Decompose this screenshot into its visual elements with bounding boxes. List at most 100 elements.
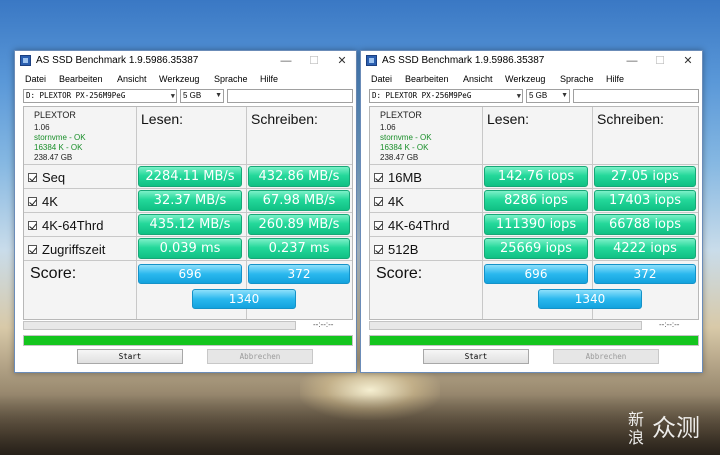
benchmark-window-iops: AS SSD Benchmark 1.9.5986.35387 — ☐ ✕ Da… [360, 50, 703, 373]
maximize-button[interactable]: ☐ [646, 51, 674, 71]
title-bar[interactable]: AS SSD Benchmark 1.9.5986.35387 — ☐ ✕ [361, 51, 702, 71]
seq-write-result: 432.86 MB/s [248, 166, 350, 187]
menu-sprache[interactable]: Sprache [560, 74, 594, 84]
device-capacity: 238.47 GB [34, 153, 73, 162]
minimize-button[interactable]: — [618, 51, 646, 71]
results-panel: PLEXTOR 1.06 stornvme - OK 16384 K - OK … [369, 106, 699, 320]
drive-select-value: D: PLEXTOR PX-256M9PeG [26, 91, 126, 100]
menu-hilfe[interactable]: Hilfe [260, 74, 278, 84]
chevron-down-icon: ▼ [215, 92, 222, 99]
device-alignment-status: 16384 K - OK [34, 143, 83, 152]
abort-button[interactable]: Abbrechen [207, 349, 313, 364]
title-bar[interactable]: AS SSD Benchmark 1.9.5986.35387 — ☐ ✕ [15, 51, 356, 71]
checkbox-checked-icon[interactable] [28, 197, 37, 206]
device-firmware: 1.06 [34, 123, 50, 132]
row-4k-label[interactable]: 4K [374, 194, 404, 209]
512b-write-result: 4222 iops [594, 238, 696, 259]
elapsed-time: --:--:-- [313, 320, 334, 329]
minimize-button[interactable]: — [272, 51, 300, 71]
menu-sprache[interactable]: Sprache [214, 74, 248, 84]
chevron-down-icon: ▼ [170, 92, 175, 100]
menu-bar: Datei Bearbeiten Ansicht Werkzeug Sprach… [361, 72, 702, 88]
device-firmware: 1.06 [380, 123, 396, 132]
row-4k-label[interactable]: 4K [28, 194, 58, 209]
menu-werkzeug[interactable]: Werkzeug [159, 74, 199, 84]
row-seq-label[interactable]: Seq [28, 170, 65, 185]
device-name: PLEXTOR [380, 110, 422, 120]
total-progress-fill [24, 336, 352, 345]
score-label: Score: [376, 265, 423, 282]
close-button[interactable]: ✕ [328, 51, 356, 71]
menu-datei[interactable]: Datei [371, 74, 392, 84]
drive-select-value: D: PLEXTOR PX-256M9PeG [372, 91, 472, 100]
watermark-small-text: 新浪 [628, 410, 645, 447]
checkbox-checked-icon[interactable] [28, 173, 37, 182]
menu-bearbeiten[interactable]: Bearbeiten [405, 74, 449, 84]
checkbox-checked-icon[interactable] [374, 173, 383, 182]
score-read: 696 [484, 264, 588, 284]
4k-read-result: 32.37 MB/s [138, 190, 242, 211]
write-column-header: Schreiben: [597, 111, 664, 127]
16mb-read-result: 142.76 iops [484, 166, 588, 187]
score-total: 1340 [538, 289, 642, 309]
checkbox-checked-icon[interactable] [28, 245, 37, 254]
abort-button[interactable]: Abbrechen [553, 349, 659, 364]
512b-read-result: 25669 iops [484, 238, 588, 259]
drive-select[interactable]: D: PLEXTOR PX-256M9PeG ▼ [23, 89, 177, 103]
benchmark-window-mbs: AS SSD Benchmark 1.9.5986.35387 — ☐ ✕ Da… [14, 50, 357, 373]
test-size-select[interactable]: 5 GB ▼ [526, 89, 570, 103]
comment-input[interactable] [573, 89, 699, 103]
access-write-result: 0.237 ms [248, 238, 350, 259]
test-size-value: 5 GB [529, 91, 548, 100]
menu-ansicht[interactable]: Ansicht [463, 74, 493, 84]
total-progress-fill [370, 336, 698, 345]
drive-select[interactable]: D: PLEXTOR PX-256M9PeG ▼ [369, 89, 523, 103]
menu-bar: Datei Bearbeiten Ansicht Werkzeug Sprach… [15, 72, 356, 88]
elapsed-time: --:--:-- [659, 320, 680, 329]
app-icon [20, 55, 31, 66]
row-access-time-label[interactable]: Zugriffszeit [28, 242, 105, 257]
menu-hilfe[interactable]: Hilfe [606, 74, 624, 84]
4k-write-result: 17403 iops [594, 190, 696, 211]
device-driver-status: stornvme - OK [34, 133, 86, 142]
watermark-big-text: 众测 [652, 414, 700, 442]
checkbox-checked-icon[interactable] [374, 197, 383, 206]
maximize-button[interactable]: ☐ [300, 51, 328, 71]
test-size-select[interactable]: 5 GB ▼ [180, 89, 224, 103]
menu-bearbeiten[interactable]: Bearbeiten [59, 74, 103, 84]
checkbox-checked-icon[interactable] [374, 245, 383, 254]
watermark-logo: 新浪 众测 [628, 409, 712, 449]
comment-input[interactable] [227, 89, 353, 103]
checkbox-checked-icon[interactable] [28, 221, 37, 230]
row-4k64-label[interactable]: 4K-64Thrd [28, 218, 103, 233]
score-write: 372 [248, 264, 350, 284]
read-column-header: Lesen: [141, 111, 184, 127]
start-button[interactable]: Start [77, 349, 183, 364]
row-16mb-label[interactable]: 16MB [374, 170, 422, 185]
4k64-write-result: 66788 iops [594, 214, 696, 235]
4k64-read-result: 111390 iops [484, 214, 588, 235]
checkbox-checked-icon[interactable] [374, 221, 383, 230]
progress-track [23, 321, 296, 330]
4k-write-result: 67.98 MB/s [248, 190, 350, 211]
device-driver-status: stornvme - OK [380, 133, 432, 142]
app-icon [366, 55, 377, 66]
menu-werkzeug[interactable]: Werkzeug [505, 74, 545, 84]
test-size-value: 5 GB [183, 91, 202, 100]
chevron-down-icon: ▼ [516, 92, 521, 100]
4k64-read-result: 435.12 MB/s [138, 214, 242, 235]
device-name: PLEXTOR [34, 110, 76, 120]
window-title: AS SSD Benchmark 1.9.5986.35387 [382, 55, 545, 66]
row-512b-label[interactable]: 512B [374, 242, 418, 257]
row-4k64-label[interactable]: 4K-64Thrd [374, 218, 449, 233]
write-column-header: Schreiben: [251, 111, 318, 127]
menu-ansicht[interactable]: Ansicht [117, 74, 147, 84]
4k64-write-result: 260.89 MB/s [248, 214, 350, 235]
background-beach [0, 395, 720, 455]
score-write: 372 [594, 264, 696, 284]
score-read: 696 [138, 264, 242, 284]
total-progress-bar [369, 335, 699, 346]
close-button[interactable]: ✕ [674, 51, 702, 71]
menu-datei[interactable]: Datei [25, 74, 46, 84]
start-button[interactable]: Start [423, 349, 529, 364]
